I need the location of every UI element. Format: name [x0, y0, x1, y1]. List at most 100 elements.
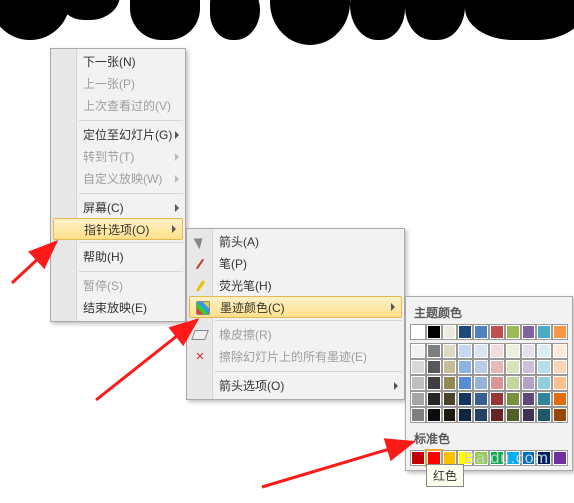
mi-next-slide[interactable]: 下一张(N)	[51, 51, 185, 73]
color-swatch[interactable]	[506, 376, 520, 390]
color-swatch[interactable]	[553, 408, 567, 422]
color-swatch[interactable]	[443, 408, 457, 422]
color-swatch[interactable]	[490, 376, 504, 390]
color-swatch[interactable]	[474, 392, 488, 406]
mi-last-viewed: 上次查看过的(V)	[51, 95, 185, 117]
color-swatch[interactable]	[522, 360, 536, 374]
chevron-right-icon	[175, 204, 179, 212]
color-swatch[interactable]	[411, 325, 425, 339]
color-swatch[interactable]	[443, 344, 457, 358]
mi-pause: 暂停(S)	[51, 275, 185, 297]
color-swatch[interactable]	[553, 392, 567, 406]
color-swatch[interactable]	[506, 325, 520, 339]
mi-end-show[interactable]: 结束放映(E)	[51, 297, 185, 319]
highlighter-icon	[192, 278, 208, 294]
color-swatch[interactable]	[537, 344, 551, 358]
mi-help[interactable]: 帮助(H)	[51, 246, 185, 268]
chevron-right-icon	[175, 175, 179, 183]
eraser-icon	[192, 327, 208, 343]
color-swatch[interactable]	[490, 325, 504, 339]
color-swatch[interactable]	[490, 344, 504, 358]
chevron-right-icon	[391, 303, 395, 311]
mi-goto-section: 转到节(T)	[51, 146, 185, 168]
chevron-right-icon	[172, 225, 176, 233]
color-swatch[interactable]	[427, 325, 441, 339]
color-swatch[interactable]	[443, 325, 457, 339]
color-swatch[interactable]	[537, 325, 551, 339]
theme-colors-header: 主题颜色	[410, 301, 568, 324]
color-swatch[interactable]	[490, 408, 504, 422]
context-menu-main: 下一张(N) 上一张(P) 上次查看过的(V) 定位至幻灯片(G) 转到节(T)…	[50, 48, 186, 322]
color-swatch[interactable]	[427, 451, 441, 465]
color-swatch[interactable]	[443, 451, 457, 465]
color-swatch[interactable]	[411, 408, 425, 422]
color-swatch[interactable]	[522, 376, 536, 390]
color-swatch[interactable]	[411, 392, 425, 406]
mi-screen[interactable]: 屏幕(C)	[51, 197, 185, 219]
color-swatch[interactable]	[506, 408, 520, 422]
color-swatch[interactable]	[522, 344, 536, 358]
color-swatch[interactable]	[411, 344, 425, 358]
color-swatch[interactable]	[427, 376, 441, 390]
color-swatch[interactable]	[458, 325, 472, 339]
color-swatch[interactable]	[537, 392, 551, 406]
color-swatch[interactable]	[490, 392, 504, 406]
watermark: Baidu.com	[464, 450, 549, 468]
mi-ink-color[interactable]: 墨迹颜色(C)	[189, 296, 402, 318]
chevron-right-icon	[394, 382, 398, 390]
color-swatch[interactable]	[411, 360, 425, 374]
pen-icon	[192, 256, 208, 272]
color-swatch[interactable]	[553, 344, 567, 358]
mi-highlighter[interactable]: 荧光笔(H)	[187, 275, 404, 297]
erase-all-icon	[192, 349, 208, 365]
standard-colors-header: 标准色	[410, 427, 568, 450]
mi-goto-slide[interactable]: 定位至幻灯片(G)	[51, 124, 185, 146]
color-tooltip: 红色	[426, 464, 464, 487]
color-palette: 主题颜色 标准色	[405, 296, 573, 471]
color-swatch[interactable]	[537, 360, 551, 374]
color-swatch[interactable]	[522, 325, 536, 339]
color-swatch[interactable]	[427, 408, 441, 422]
color-swatch[interactable]	[411, 451, 425, 465]
mi-custom-show: 自定义放映(W)	[51, 168, 185, 190]
color-swatch[interactable]	[443, 392, 457, 406]
color-swatch[interactable]	[474, 325, 488, 339]
palette-icon	[195, 300, 211, 316]
mi-pointer-options[interactable]: 指针选项(O)	[53, 218, 183, 240]
color-swatch[interactable]	[474, 360, 488, 374]
color-swatch[interactable]	[553, 325, 567, 339]
mi-prev-slide: 上一张(P)	[51, 73, 185, 95]
color-swatch[interactable]	[553, 360, 567, 374]
color-swatch[interactable]	[427, 360, 441, 374]
color-swatch[interactable]	[458, 392, 472, 406]
cursor-icon	[192, 234, 208, 250]
color-swatch[interactable]	[522, 392, 536, 406]
color-swatch[interactable]	[458, 376, 472, 390]
color-swatch[interactable]	[474, 376, 488, 390]
color-swatch[interactable]	[506, 360, 520, 374]
color-swatch[interactable]	[553, 376, 567, 390]
color-swatch[interactable]	[553, 451, 567, 465]
color-swatch[interactable]	[458, 360, 472, 374]
mi-eraser: 橡皮擦(R)	[187, 324, 404, 346]
color-swatch[interactable]	[443, 376, 457, 390]
color-swatch[interactable]	[506, 392, 520, 406]
color-swatch[interactable]	[522, 408, 536, 422]
color-swatch[interactable]	[537, 376, 551, 390]
mi-arrow[interactable]: 箭头(A)	[187, 231, 404, 253]
color-swatch[interactable]	[490, 360, 504, 374]
color-swatch[interactable]	[474, 408, 488, 422]
color-swatch[interactable]	[458, 344, 472, 358]
color-swatch[interactable]	[506, 344, 520, 358]
mi-pen[interactable]: 笔(P)	[187, 253, 404, 275]
color-swatch[interactable]	[443, 360, 457, 374]
color-swatch[interactable]	[458, 408, 472, 422]
color-swatch[interactable]	[411, 376, 425, 390]
color-swatch[interactable]	[427, 344, 441, 358]
mi-arrow-options[interactable]: 箭头选项(O)	[187, 375, 404, 397]
color-swatch[interactable]	[537, 408, 551, 422]
color-swatch[interactable]	[474, 344, 488, 358]
chevron-right-icon	[175, 153, 179, 161]
color-swatch[interactable]	[427, 392, 441, 406]
chevron-right-icon	[175, 131, 179, 139]
